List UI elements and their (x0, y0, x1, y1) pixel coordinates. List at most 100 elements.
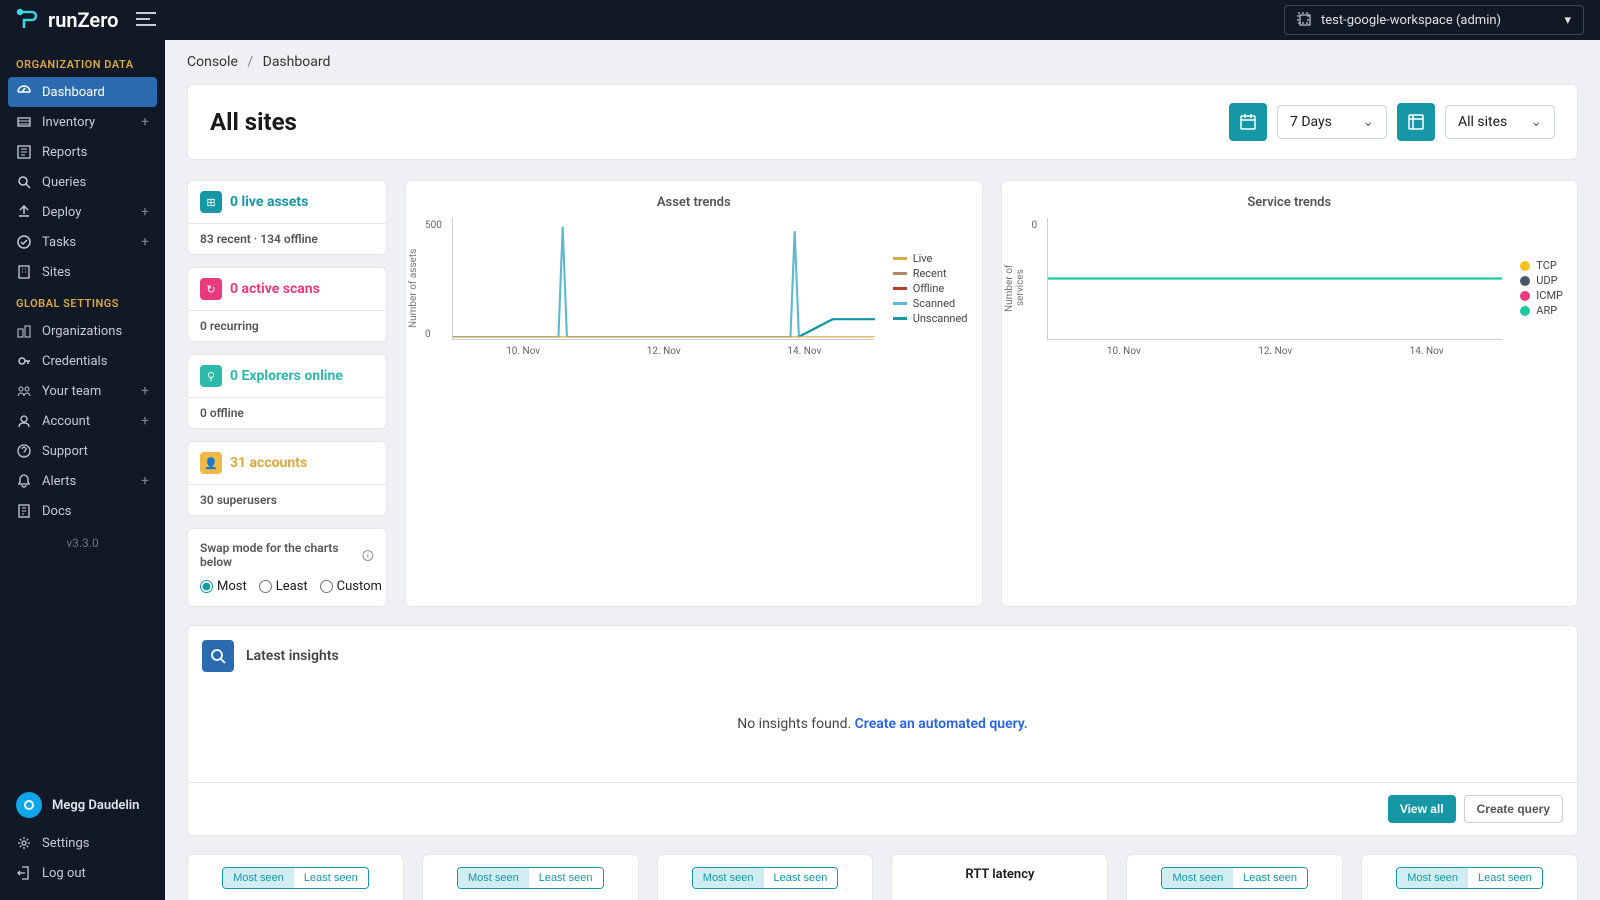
plus-icon[interactable]: + (141, 413, 149, 429)
organizations-icon (16, 323, 32, 339)
menu-toggle-icon[interactable] (136, 11, 156, 30)
breadcrumb-page: Dashboard (263, 54, 331, 70)
view-all-button[interactable]: View all (1388, 795, 1456, 823)
card-rtt-latency: RTT latency No data found. Run a scan to… (891, 854, 1108, 900)
info-icon[interactable] (362, 549, 374, 562)
site-select[interactable]: All sites⌄ (1445, 105, 1555, 139)
stat-live-assets[interactable]: ⊞0 live assets 83 recent · 134 offline (187, 180, 387, 255)
logo-icon (16, 8, 40, 32)
legend-item[interactable]: TCP (1520, 259, 1563, 272)
avatar-icon (16, 792, 42, 818)
main-content: Console / Dashboard All sites 7 Days⌄ (165, 0, 1600, 900)
brand-logo[interactable]: runZero (16, 8, 118, 32)
sites-icon[interactable] (1397, 103, 1435, 141)
sidebar-section-global: GLOBAL SETTINGS (0, 287, 165, 316)
chart-service-trends: Service trends Number of services 0 10. … (1001, 180, 1579, 607)
legend-item[interactable]: ARP (1520, 304, 1563, 317)
swap-option-custom[interactable]: Custom (320, 579, 382, 594)
seg-os[interactable]: Most seenLeast seen (457, 867, 604, 889)
sidebar-item-support[interactable]: Support (0, 436, 165, 466)
card-mac-vendors: Most seenLeast seen Most seen MAC vendor… (1126, 854, 1343, 900)
sidebar-section-org: ORGANIZATION DATA (0, 48, 165, 77)
sidebar-item-account[interactable]: Account+ (0, 406, 165, 436)
plus-icon[interactable]: + (141, 383, 149, 399)
dashboard-icon (16, 84, 32, 100)
card-asset-types: Most seenLeast seen Most seen asset type… (187, 854, 404, 900)
docs-icon (16, 503, 32, 519)
sidebar-item-settings[interactable]: Settings (0, 828, 165, 858)
settings-icon (16, 835, 32, 851)
seg-hardware[interactable]: Most seenLeast seen (692, 867, 839, 889)
stat-active-scans[interactable]: ↻0 active scans 0 recurring (187, 267, 387, 342)
sidebar-item-tasks[interactable]: Tasks+ (0, 227, 165, 257)
sidebar-item-alerts[interactable]: Alerts+ (0, 466, 165, 496)
top-header: runZero test-google-workspace (admin) ▾ (0, 0, 1600, 40)
sidebar-item-sites[interactable]: Sites (0, 257, 165, 287)
breadcrumb-root[interactable]: Console (187, 54, 238, 70)
time-range-select[interactable]: 7 Days⌄ (1277, 105, 1387, 139)
legend-item[interactable]: Offline (893, 282, 968, 295)
your-team-icon (16, 383, 32, 399)
plus-icon[interactable]: + (141, 114, 149, 130)
chart-asset-trends: Asset trends Number of assets 5000 10. N… (405, 180, 983, 607)
swap-option-most[interactable]: Most (200, 579, 247, 594)
account-icon (16, 413, 32, 429)
sidebar: ORGANIZATION DATA DashboardInventory+Rep… (0, 0, 165, 900)
credentials-icon (16, 353, 32, 369)
sidebar-item-credentials[interactable]: Credentials (0, 346, 165, 376)
assets-icon: ⊞ (200, 191, 222, 213)
page-title: All sites (210, 108, 297, 136)
seg-asset-types[interactable]: Most seenLeast seen (222, 867, 369, 889)
sidebar-item-reports[interactable]: Reports (0, 137, 165, 167)
alerts-icon (16, 473, 32, 489)
sidebar-item-organizations[interactable]: Organizations (0, 316, 165, 346)
stat-explorers[interactable]: ⚲0 Explorers online 0 offline (187, 354, 387, 429)
deploy-icon (16, 204, 32, 220)
log-out-icon (16, 865, 32, 881)
workspace-selector[interactable]: test-google-workspace (admin) ▾ (1284, 5, 1584, 35)
sidebar-item-inventory[interactable]: Inventory+ (0, 107, 165, 137)
sidebar-item-deploy[interactable]: Deploy+ (0, 197, 165, 227)
org-icon (1297, 12, 1313, 28)
card-operating-systems: Most seenLeast seen Most seen operating … (422, 854, 639, 900)
create-query-button[interactable]: Create query (1464, 795, 1563, 823)
swap-mode-card: Swap mode for the charts below Most Leas… (187, 528, 387, 607)
version-label: v3.3.0 (0, 526, 165, 560)
page-title-card: All sites 7 Days⌄ All sites⌄ (187, 84, 1578, 160)
sidebar-item-queries[interactable]: Queries (0, 167, 165, 197)
legend-item[interactable]: Live (893, 252, 968, 265)
latest-insights-panel: Latest insights No insights found. Creat… (187, 625, 1578, 836)
create-query-link[interactable]: Create an automated query. (855, 716, 1028, 732)
calendar-icon[interactable] (1229, 103, 1267, 141)
chevron-down-icon: ⌄ (1530, 114, 1542, 130)
seg-mac-age[interactable]: Most seenLeast seen (1396, 867, 1543, 889)
plus-icon[interactable]: + (141, 473, 149, 489)
seg-mac-vendors[interactable]: Most seenLeast seen (1161, 867, 1308, 889)
swap-option-least[interactable]: Least (259, 579, 308, 594)
legend-item[interactable]: Scanned (893, 297, 968, 310)
chevron-down-icon: ⌄ (1362, 114, 1374, 130)
legend-item[interactable]: Recent (893, 267, 968, 280)
sidebar-item-log-out[interactable]: Log out (0, 858, 165, 888)
card-mac-age: Most seenLeast seen Most seen newest MAC… (1361, 854, 1578, 900)
sidebar-item-dashboard[interactable]: Dashboard (8, 77, 157, 107)
plus-icon[interactable]: + (141, 204, 149, 220)
user-profile[interactable]: Megg Daudelin (0, 782, 165, 828)
accounts-icon: 👤 (200, 452, 222, 474)
support-icon (16, 443, 32, 459)
scans-icon: ↻ (200, 278, 222, 300)
explorers-icon: ⚲ (200, 365, 222, 387)
reports-icon (16, 144, 32, 160)
legend-item[interactable]: ICMP (1520, 289, 1563, 302)
chevron-down-icon: ▾ (1564, 13, 1571, 28)
tasks-icon (16, 234, 32, 250)
queries-icon (16, 174, 32, 190)
inventory-icon (16, 114, 32, 130)
plus-icon[interactable]: + (141, 234, 149, 250)
stat-accounts[interactable]: 👤31 accounts 30 superusers (187, 441, 387, 516)
sidebar-item-your-team[interactable]: Your team+ (0, 376, 165, 406)
sidebar-item-docs[interactable]: Docs (0, 496, 165, 526)
legend-item[interactable]: UDP (1520, 274, 1563, 287)
card-hardware: Most seenLeast seen Most seen hardware 5… (657, 854, 874, 900)
legend-item[interactable]: Unscanned (893, 312, 968, 325)
